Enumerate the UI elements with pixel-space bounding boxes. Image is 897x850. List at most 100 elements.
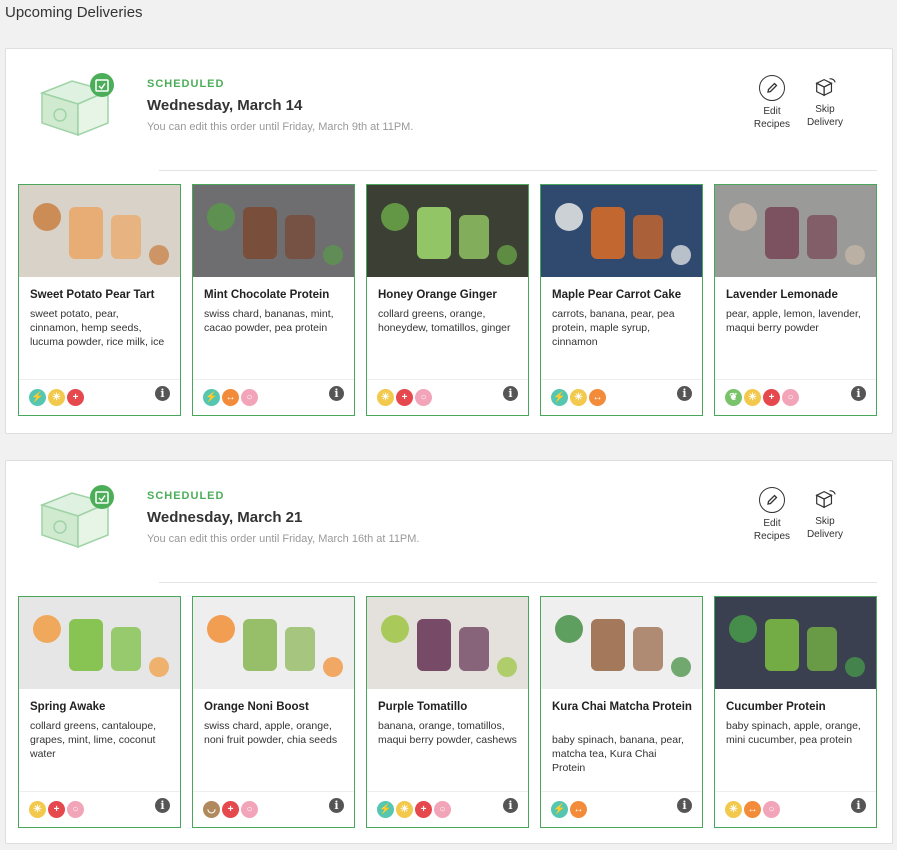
recipe-card[interactable]: Sweet Potato Pear Tart sweet potato, pear… xyxy=(18,184,181,416)
fitness-icon: ↔ xyxy=(744,801,761,818)
recipe-name[interactable]: Sweet Potato Pear Tart xyxy=(30,288,172,302)
benefit-badges: ⚡ ☀ + ○ xyxy=(377,801,451,818)
recipe-ingredients: collard greens, cantaloupe, grapes, mint… xyxy=(30,720,157,760)
leaf-icon: ❦ xyxy=(725,389,742,406)
recipe-photo xyxy=(367,597,528,689)
info-icon[interactable]: i xyxy=(329,386,344,401)
edit-recipes-label-line1: Edit xyxy=(763,106,781,117)
recipe-name[interactable]: Mint Chocolate Protein xyxy=(204,288,346,302)
recipe-ingredients: banana, orange, tomatillos, maqui berry … xyxy=(378,720,517,746)
skip-delivery-label-line2: Delivery xyxy=(806,117,844,128)
info-icon[interactable]: i xyxy=(329,798,344,813)
info-icon[interactable]: i xyxy=(155,798,170,813)
info-icon[interactable]: i xyxy=(851,798,866,813)
edit-recipes-button[interactable]: Edit Recipes xyxy=(748,487,796,543)
recipe-card[interactable]: Maple Pear Carrot Cake carrots, banana, p… xyxy=(540,184,703,416)
benefit-badges: ☀ + ○ xyxy=(29,801,84,818)
energy-icon: ⚡ xyxy=(551,801,568,818)
recipe-name[interactable]: Kura Chai Matcha Protein xyxy=(552,700,694,714)
delivery-card: SCHEDULED Wednesday, March 21 You can ed… xyxy=(5,460,893,844)
recipe-photo xyxy=(541,185,702,277)
recipe-card[interactable]: Purple Tomatillo banana, orange, tomatill… xyxy=(366,596,529,828)
recipe-card-footer: ◡ + ○ i xyxy=(193,791,354,827)
recipe-ingredients: pear, apple, lemon, lavender, maqui berr… xyxy=(726,308,861,334)
ball-icon: ○ xyxy=(415,389,432,406)
benefit-badges: ⚡ ↔ ○ xyxy=(203,389,258,406)
ball-icon: ○ xyxy=(782,389,799,406)
fitness-icon: ↔ xyxy=(589,389,606,406)
recipe-photo xyxy=(19,597,180,689)
edit-recipes-button[interactable]: Edit Recipes xyxy=(748,75,796,131)
recipe-card[interactable]: Kura Chai Matcha Protein baby spinach, ba… xyxy=(540,596,703,828)
energy-icon: ⚡ xyxy=(551,389,568,406)
recipe-ingredients: swiss chard, bananas, mint, cacao powder… xyxy=(204,308,334,334)
recipe-name[interactable]: Spring Awake xyxy=(30,700,172,714)
edit-deadline-note: You can edit this order until Friday, Ma… xyxy=(147,121,414,133)
benefit-badges: ❦ ☀ + ○ xyxy=(725,389,799,406)
delivery-status: SCHEDULED xyxy=(147,78,225,90)
edit-recipes-label-line2: Recipes xyxy=(753,531,791,542)
box-skip-icon xyxy=(813,487,837,511)
benefit-badges: ⚡ ☀ ↔ xyxy=(551,389,606,406)
page-title: Upcoming Deliveries xyxy=(5,4,143,21)
recipe-ingredients: collard greens, orange, honeydew, tomati… xyxy=(378,308,511,334)
skip-delivery-button[interactable]: Skip Delivery xyxy=(801,75,849,129)
skip-delivery-label-line1: Skip xyxy=(815,104,835,115)
sun-icon: ☀ xyxy=(744,389,761,406)
recipe-card-footer: ⚡ ☀ + ○ i xyxy=(367,791,528,827)
info-icon[interactable]: i xyxy=(155,386,170,401)
pencil-icon xyxy=(759,487,785,513)
recipe-card-footer: ❦ ☀ + ○ i xyxy=(715,379,876,415)
delivery-date: Wednesday, March 21 xyxy=(147,509,303,526)
skip-delivery-label-line2: Delivery xyxy=(806,529,844,540)
info-icon[interactable]: i xyxy=(677,386,692,401)
recipe-card-footer: ☀ ↔ ○ i xyxy=(715,791,876,827)
info-icon[interactable]: i xyxy=(503,798,518,813)
recipe-ingredients: baby spinach, apple, orange, mini cucumb… xyxy=(726,720,861,746)
sun-icon: ☀ xyxy=(725,801,742,818)
info-icon[interactable]: i xyxy=(503,386,518,401)
ball-icon: ○ xyxy=(67,801,84,818)
delivery-card: SCHEDULED Wednesday, March 14 You can ed… xyxy=(5,48,893,434)
recipe-name[interactable]: Honey Orange Ginger xyxy=(378,288,520,302)
recipe-ingredients: carrots, banana, pear, pea protein, mapl… xyxy=(552,308,675,348)
recipe-card[interactable]: Spring Awake collard greens, cantaloupe, … xyxy=(18,596,181,828)
plus-icon: + xyxy=(415,801,432,818)
plus-icon: + xyxy=(396,389,413,406)
scheduled-box-icon xyxy=(39,73,114,137)
box-skip-icon xyxy=(813,75,837,99)
energy-icon: ⚡ xyxy=(203,389,220,406)
recipe-photo xyxy=(541,597,702,689)
recipe-card[interactable]: Lavender Lemonade pear, apple, lemon, lav… xyxy=(714,184,877,416)
recipe-card-footer: ⚡ ☀ ↔ i xyxy=(541,379,702,415)
delivery-status: SCHEDULED xyxy=(147,490,225,502)
skip-delivery-label-line1: Skip xyxy=(815,516,835,527)
recipe-name[interactable]: Cucumber Protein xyxy=(726,700,868,714)
recipe-name[interactable]: Purple Tomatillo xyxy=(378,700,520,714)
recipe-card[interactable]: Honey Orange Ginger collard greens, orang… xyxy=(366,184,529,416)
recipe-photo xyxy=(19,185,180,277)
info-icon[interactable]: i xyxy=(677,798,692,813)
skip-delivery-button[interactable]: Skip Delivery xyxy=(801,487,849,541)
ball-icon: ○ xyxy=(241,389,258,406)
fitness-icon: ↔ xyxy=(222,389,239,406)
energy-icon: ⚡ xyxy=(377,801,394,818)
recipe-card[interactable]: Mint Chocolate Protein swiss chard, banan… xyxy=(192,184,355,416)
recipe-photo xyxy=(367,185,528,277)
info-icon[interactable]: i xyxy=(851,386,866,401)
benefit-badges: ⚡ ↔ xyxy=(551,801,587,818)
sun-icon: ☀ xyxy=(48,389,65,406)
recipe-card[interactable]: Orange Noni Boost swiss chard, apple, ora… xyxy=(192,596,355,828)
plus-icon: + xyxy=(222,801,239,818)
pencil-icon xyxy=(759,75,785,101)
recipe-name[interactable]: Maple Pear Carrot Cake xyxy=(552,288,694,302)
scheduled-box-icon xyxy=(39,485,114,549)
recipe-name[interactable]: Orange Noni Boost xyxy=(204,700,346,714)
divider xyxy=(159,170,877,171)
benefit-badges: ⚡ ☀ + xyxy=(29,389,84,406)
recipe-name[interactable]: Lavender Lemonade xyxy=(726,288,868,302)
ball-icon: ○ xyxy=(241,801,258,818)
fitness-icon: ↔ xyxy=(570,801,587,818)
recipe-card[interactable]: Cucumber Protein baby spinach, apple, ora… xyxy=(714,596,877,828)
recipe-card-footer: ⚡ ↔ i xyxy=(541,791,702,827)
